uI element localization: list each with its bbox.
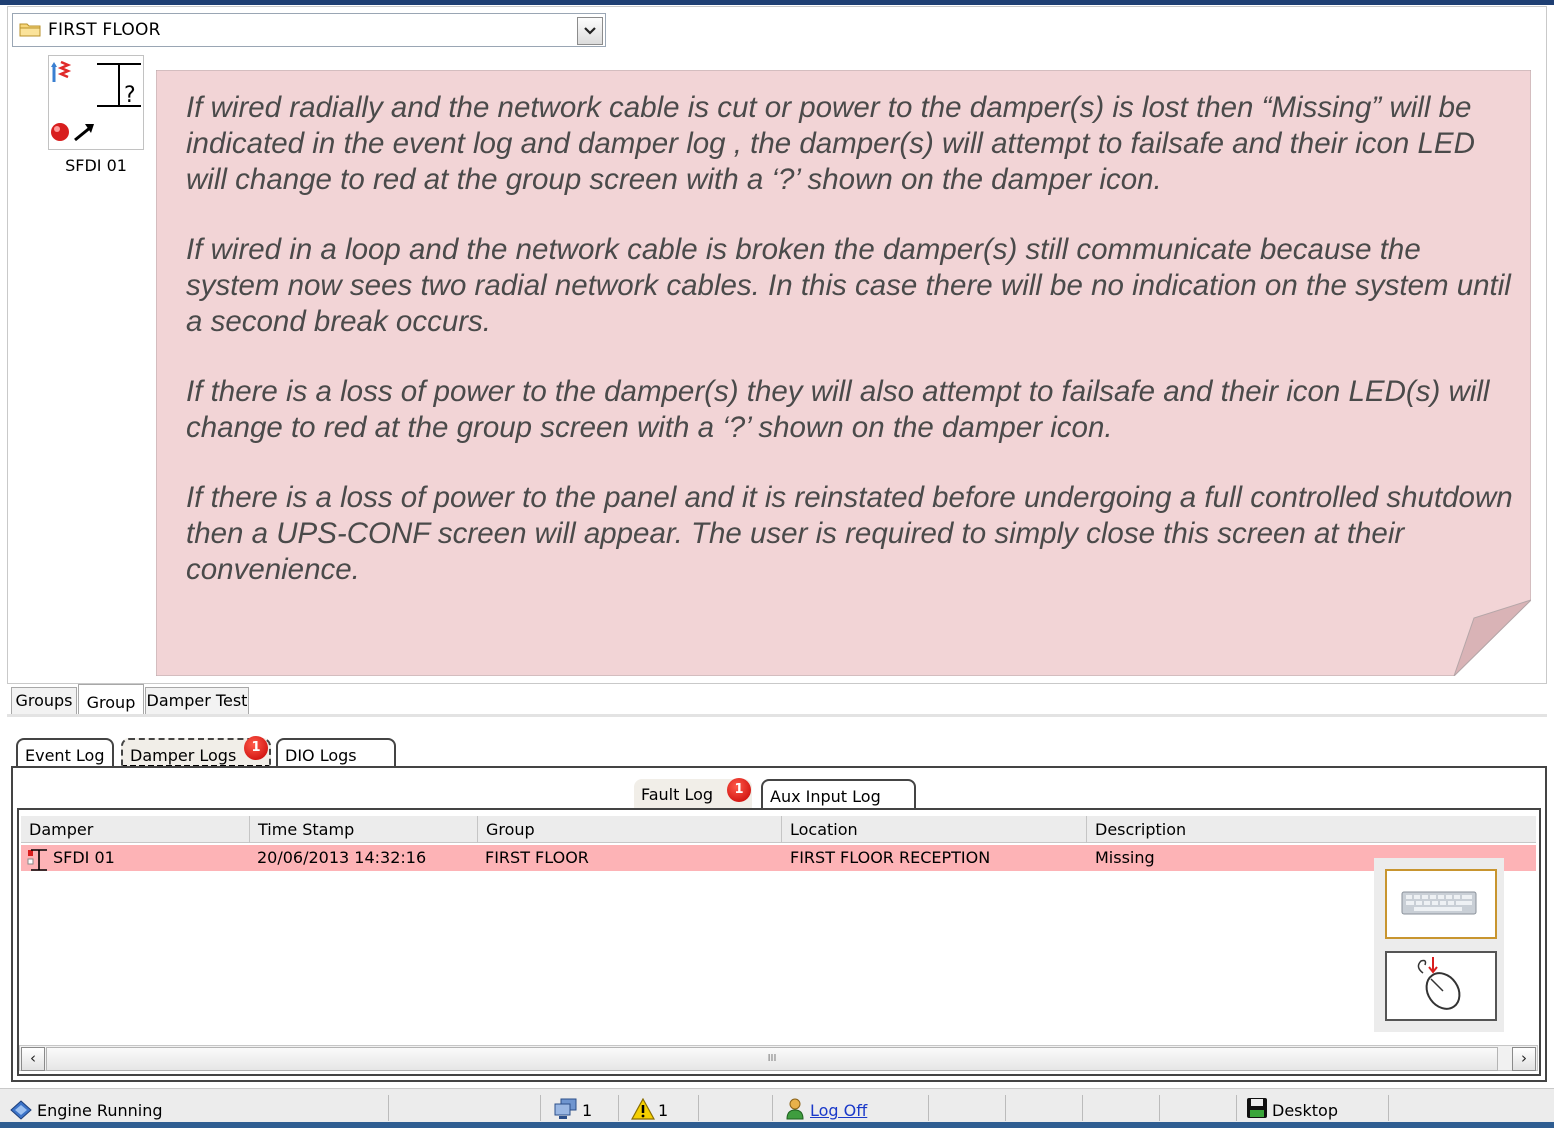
network-count: 1 bbox=[582, 1101, 593, 1120]
log-off-link[interactable]: Log Off bbox=[810, 1101, 867, 1120]
column-header-time-stamp[interactable]: Time Stamp bbox=[249, 816, 486, 843]
status-divider bbox=[540, 1095, 541, 1121]
bottom-border bbox=[0, 1122, 1554, 1128]
column-header-location[interactable]: Location bbox=[781, 816, 1095, 843]
tab-event-log[interactable]: Event Log bbox=[16, 738, 114, 768]
status-divider bbox=[1159, 1095, 1160, 1121]
mouse-button[interactable] bbox=[1385, 951, 1497, 1021]
location-dropdown-value: FIRST FLOOR bbox=[48, 20, 161, 40]
status-divider bbox=[928, 1095, 929, 1121]
status-divider bbox=[1388, 1095, 1389, 1121]
scroll-left-button[interactable]: ‹ bbox=[21, 1047, 45, 1071]
fault-log-badge: 1 bbox=[727, 778, 751, 802]
tab-dio-logs[interactable]: DIO Logs bbox=[276, 738, 396, 768]
user-icon bbox=[786, 1098, 804, 1120]
damper-logs-badge: 1 bbox=[244, 736, 268, 760]
note-paragraph: If wired in a loop and the network cable… bbox=[186, 233, 1511, 338]
table-row[interactable]: SFDI 01 20/06/2013 14:32:16 FIRST FLOOR … bbox=[21, 845, 1536, 871]
chevron-down-icon[interactable] bbox=[577, 17, 603, 45]
desktop-button[interactable]: Desktop bbox=[1272, 1101, 1338, 1120]
tab-separator bbox=[7, 714, 1547, 717]
input-mode-panel bbox=[1374, 858, 1504, 1032]
top-border bbox=[0, 0, 1554, 5]
status-divider bbox=[1236, 1095, 1237, 1121]
table-header: Damper Time Stamp Group Location Descrip… bbox=[21, 816, 1536, 843]
status-divider bbox=[772, 1095, 773, 1121]
scroll-right-button[interactable]: › bbox=[1512, 1047, 1536, 1071]
tab-groups[interactable]: Groups bbox=[11, 687, 77, 715]
cell-damper: SFDI 01 bbox=[53, 848, 115, 867]
column-header-group[interactable]: Group bbox=[477, 816, 790, 843]
engine-status-icon bbox=[10, 1100, 32, 1120]
tab-aux-input-log[interactable]: Aux Input Log bbox=[761, 779, 916, 809]
sticky-note: If wired radially and the network cable … bbox=[156, 70, 1531, 676]
scroll-thumb[interactable]: III bbox=[46, 1047, 1498, 1071]
warning-count: 1 bbox=[658, 1101, 669, 1120]
damper-tile-label: SFDI 01 bbox=[65, 156, 127, 175]
status-divider bbox=[1082, 1095, 1083, 1121]
keyboard-icon bbox=[1401, 891, 1477, 915]
column-header-damper[interactable]: Damper bbox=[21, 816, 257, 843]
svg-text:?: ? bbox=[124, 83, 136, 108]
mouse-icon bbox=[1417, 957, 1461, 1010]
horizontal-scrollbar[interactable]: ‹ III › bbox=[19, 1045, 1538, 1071]
warning-icon bbox=[631, 1098, 655, 1120]
folder-icon bbox=[19, 23, 41, 37]
damper-row-icon bbox=[27, 849, 47, 871]
save-desktop-icon bbox=[1247, 1098, 1267, 1118]
note-paragraph: If there is a loss of power to the panel… bbox=[186, 481, 1513, 586]
cell-location: FIRST FLOOR RECEPTION bbox=[790, 848, 991, 867]
damper-missing-icon: ? bbox=[51, 60, 141, 142]
cell-description: Missing bbox=[1095, 848, 1155, 867]
tab-group[interactable]: Group bbox=[78, 684, 144, 716]
status-divider bbox=[388, 1095, 389, 1121]
note-paragraph: If there is a loss of power to the dampe… bbox=[186, 375, 1490, 444]
tab-damper-test[interactable]: Damper Test bbox=[145, 687, 249, 715]
location-dropdown[interactable]: FIRST FLOOR bbox=[12, 13, 606, 47]
note-text: If wired radially and the network cable … bbox=[186, 90, 1516, 622]
status-divider bbox=[618, 1095, 619, 1121]
status-divider bbox=[1005, 1095, 1006, 1121]
damper-tile[interactable]: ? bbox=[48, 55, 144, 150]
status-divider bbox=[698, 1095, 699, 1121]
engine-status-text: Engine Running bbox=[37, 1101, 163, 1120]
column-header-description[interactable]: Description bbox=[1086, 816, 1545, 843]
cell-group: FIRST FLOOR bbox=[485, 848, 589, 867]
network-computers-icon bbox=[554, 1098, 577, 1119]
keyboard-button[interactable] bbox=[1385, 869, 1497, 939]
note-paragraph: If wired radially and the network cable … bbox=[186, 91, 1475, 196]
cell-time-stamp: 20/06/2013 14:32:16 bbox=[257, 848, 427, 867]
